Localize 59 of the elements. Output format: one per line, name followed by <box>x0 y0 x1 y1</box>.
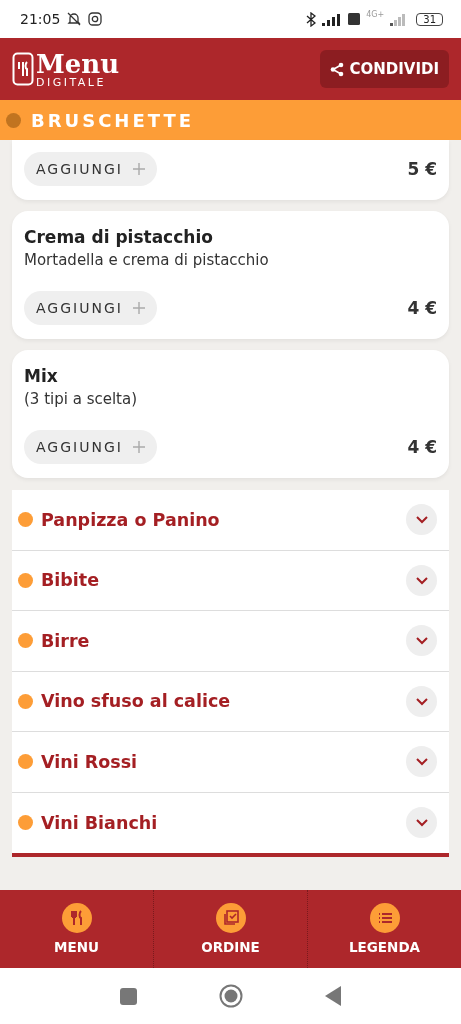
network-type: 4G+ <box>366 10 385 19</box>
chevron-icon <box>414 515 429 525</box>
item-description: (3 tipi a scelta) <box>24 390 138 408</box>
chevron-icon <box>414 696 429 706</box>
home-icon[interactable] <box>219 984 243 1008</box>
chevron-icon <box>414 757 429 767</box>
status-time: 21:05 <box>20 11 61 27</box>
category-title: BRUSCHETTE <box>31 109 194 131</box>
item-price: 4 € <box>407 437 437 457</box>
instagram-icon <box>88 12 103 26</box>
category-name[interactable]: Panpizza o Panino <box>41 509 398 530</box>
category-dot <box>18 512 33 528</box>
category-dot <box>18 572 33 588</box>
logo-title: Menu <box>36 50 120 77</box>
share-button[interactable]: CONDIVIDI <box>320 50 449 88</box>
category-name[interactable]: Vini Bianchi <box>41 812 398 833</box>
add-button[interactable]: AGGIUNGI <box>24 291 157 325</box>
expand-button[interactable] <box>406 625 437 657</box>
category-dot <box>18 815 33 831</box>
signal-icon <box>322 12 343 26</box>
bell-off-icon <box>66 11 83 27</box>
category-name[interactable]: Birre <box>41 630 398 651</box>
plus-icon <box>132 302 145 314</box>
fork-knife-icon <box>61 903 92 933</box>
plus-icon <box>132 163 145 175</box>
category-dot <box>18 693 33 709</box>
chevron-icon <box>414 636 429 646</box>
signal-icon <box>390 12 407 26</box>
chevron-icon <box>414 818 429 828</box>
expand-button[interactable] <box>406 807 437 839</box>
expand-button[interactable] <box>406 746 437 778</box>
add-button[interactable]: AGGIUNGI <box>24 430 157 464</box>
chevron-icon <box>414 575 429 585</box>
item-name: Crema di pistacchio <box>24 227 214 247</box>
expand-button[interactable] <box>406 564 437 596</box>
category-dot <box>18 754 33 770</box>
item-price: 4 € <box>407 298 437 318</box>
phone-icon <box>12 52 34 86</box>
expand-button[interactable] <box>406 685 437 717</box>
share-icon <box>330 61 345 77</box>
bluetooth-icon <box>306 11 317 27</box>
logo-subtitle: DIGITALE <box>36 76 107 88</box>
category-dot <box>18 633 33 649</box>
add-button[interactable]: AGGIUNGI <box>24 152 157 186</box>
category-name[interactable]: Vino sfuso al calice <box>41 691 398 712</box>
expand-button[interactable] <box>406 504 437 536</box>
category-name[interactable]: Vini Rossi <box>41 751 398 772</box>
battery-level: 31 <box>416 12 443 26</box>
back-icon[interactable] <box>325 986 341 1006</box>
list-icon <box>369 903 400 933</box>
item-description: Mortadella e crema di pistacchio <box>24 251 270 269</box>
item-name: Mix <box>24 366 59 386</box>
checklist-icon <box>215 903 246 933</box>
nav-tab[interactable]: MENU <box>0 890 153 968</box>
plus-icon <box>132 441 145 453</box>
item-price: 5 € <box>407 159 437 179</box>
category-dot <box>6 112 21 128</box>
recents-icon[interactable] <box>120 987 137 1005</box>
category-name[interactable]: Bibite <box>41 570 398 591</box>
